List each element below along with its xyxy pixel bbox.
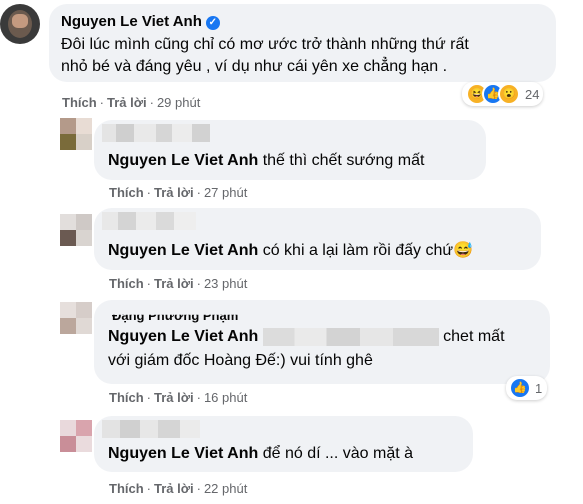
reply-text: thế thì chết sướng mất xyxy=(262,152,425,169)
blurred-author-name xyxy=(102,420,200,438)
blurred-author-name xyxy=(102,124,210,142)
blurred-text xyxy=(262,327,439,346)
tagged-user[interactable]: Nguyen Le Viet Anh xyxy=(108,445,258,462)
partial-author-name[interactable]: Đặng Phương Phạm xyxy=(112,315,238,323)
reply-actions: Thích · Trả lời · 22 phút xyxy=(109,481,248,496)
reply-button[interactable]: Trả lời xyxy=(107,95,147,110)
like-button[interactable]: Thích xyxy=(62,95,97,110)
like-button[interactable]: Thích xyxy=(109,390,144,405)
avatar[interactable] xyxy=(60,302,92,334)
reply-button[interactable]: Trả lời xyxy=(154,390,194,405)
comment-timestamp[interactable]: 29 phút xyxy=(157,95,200,110)
reply-bubble: Nguyen Le Viet Anh có khi a lại làm rồi … xyxy=(94,208,541,270)
reaction-count: 24 xyxy=(525,86,540,102)
reply-timestamp[interactable]: 23 phút xyxy=(204,276,247,291)
comment-text-line1: Đôi lúc mình cũng chỉ có mơ ước trở thàn… xyxy=(61,36,469,53)
comment-actions: Thích · Trả lời · 29 phút xyxy=(62,95,201,110)
reply-timestamp[interactable]: 27 phút xyxy=(204,185,247,200)
comment-text-line2: nhỏ bé và đáng yêu , ví dụ như cái yên x… xyxy=(61,58,448,75)
like-icon: 👍 xyxy=(509,377,531,399)
reply-timestamp[interactable]: 16 phút xyxy=(204,390,247,405)
avatar[interactable] xyxy=(60,420,92,452)
comment-author[interactable]: Nguyen Le Viet Anh xyxy=(61,13,202,30)
avatar[interactable] xyxy=(60,214,92,246)
reaction-summary[interactable]: 😆 👍 😮 24 xyxy=(462,82,544,106)
reply-actions: Thích · Trả lời · 27 phút xyxy=(109,185,248,200)
reaction-summary[interactable]: 👍 1 xyxy=(506,376,548,400)
tagged-user[interactable]: Nguyen Le Viet Anh xyxy=(108,152,258,169)
comment-bubble: Nguyen Le Viet Anh ✓ Đôi lúc mình cũng ch… xyxy=(49,4,556,82)
reply-button[interactable]: Trả lời xyxy=(154,185,194,200)
reply-text: để nó dí ... vào mặt à xyxy=(262,445,414,462)
like-button[interactable]: Thích xyxy=(109,276,144,291)
reply-timestamp[interactable]: 22 phút xyxy=(204,481,247,496)
verified-badge-icon: ✓ xyxy=(205,16,220,30)
reply-text: có khi a lại làm rồi đấy chứ😅 xyxy=(262,242,473,259)
like-button[interactable]: Thích xyxy=(109,481,144,496)
reply-button[interactable]: Trả lời xyxy=(154,276,194,291)
tagged-user[interactable]: Nguyen Le Viet Anh xyxy=(108,328,258,345)
wow-icon: 😮 xyxy=(498,83,520,105)
reply-bubble: Đặng Phương Phạm Nguyen Le Viet Anh chet… xyxy=(94,300,550,384)
reply-actions: Thích · Trả lời · 16 phút xyxy=(109,390,248,405)
avatar[interactable] xyxy=(60,118,92,150)
reply-text-line1: chet mất xyxy=(443,328,505,345)
reply-bubble: Nguyen Le Viet Anh thế thì chết sướng mấ… xyxy=(94,120,486,180)
reply-actions: Thích · Trả lời · 23 phút xyxy=(109,276,248,291)
blurred-author-name xyxy=(102,212,196,230)
tagged-user[interactable]: Nguyen Le Viet Anh xyxy=(108,242,258,259)
reply-text-line2: với giám đốc Hoàng Đế:) vui tính ghê xyxy=(108,352,373,369)
reply-button[interactable]: Trả lời xyxy=(154,481,194,496)
reaction-count: 1 xyxy=(535,380,543,396)
avatar[interactable] xyxy=(0,4,40,44)
reply-bubble: Nguyen Le Viet Anh để nó dí ... vào mặt … xyxy=(94,416,473,472)
like-button[interactable]: Thích xyxy=(109,185,144,200)
